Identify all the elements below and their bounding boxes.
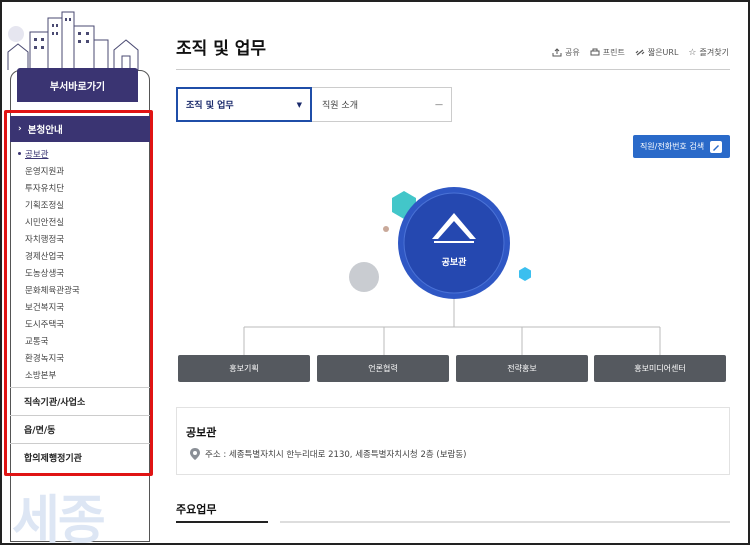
print-label: 프린트 bbox=[602, 48, 625, 57]
sidebar-item[interactable]: 보건복지국 bbox=[10, 298, 150, 315]
decor-dot bbox=[383, 226, 389, 232]
page-title: 조직 및 업무 bbox=[176, 39, 267, 59]
sidebar-submenu: 공보관 운영지원과 투자유치단 기획조정실 시민안전실 자치행정국 경제산업국 … bbox=[10, 145, 150, 383]
dash-icon: — bbox=[435, 100, 443, 109]
org-root-label[interactable]: 공보관 bbox=[424, 255, 484, 268]
sidebar-item[interactable]: 문화체육관광국 bbox=[10, 281, 150, 298]
section-underline bbox=[176, 521, 268, 523]
location-pin-icon bbox=[190, 448, 200, 460]
sidebar-item[interactable]: 환경녹지국 bbox=[10, 349, 150, 366]
sidebar-item[interactable]: 시민안전실 bbox=[10, 213, 150, 230]
skyline-illustration bbox=[7, 11, 139, 70]
sidebar-section-head[interactable]: › 본청안내 bbox=[10, 116, 150, 142]
link-icon bbox=[635, 49, 645, 56]
share-label: 공유 bbox=[565, 48, 580, 57]
sidebar-section-label: 본청안내 bbox=[27, 125, 63, 136]
org-node-press[interactable]: 언론협력 bbox=[317, 355, 449, 382]
staff-phone-search-button[interactable]: 직원/전화번호 검색 bbox=[633, 135, 730, 158]
sidebar-section-affiliated[interactable]: 직속기관/사업소 bbox=[10, 387, 150, 415]
section-title: 주요업무 bbox=[176, 503, 217, 516]
department-info-box bbox=[176, 407, 730, 475]
section-divider bbox=[280, 521, 730, 523]
sidebar-section-eupmyeondong[interactable]: 읍/면/동 bbox=[10, 415, 150, 443]
department-address: 주소 : 세종특별자치시 한누리대로 2130, 세종특별자치시청 2층 (보람… bbox=[190, 448, 466, 460]
sidebar-item[interactable]: 투자유치단 bbox=[10, 179, 150, 196]
chevron-right-icon: › bbox=[18, 124, 22, 134]
subcategory-select-value: 직원 소개 bbox=[322, 101, 358, 111]
sidebar-item[interactable]: 교통국 bbox=[10, 332, 150, 349]
department-info-title: 공보관 bbox=[186, 426, 217, 439]
sejong-watermark: 세종 bbox=[12, 491, 106, 545]
category-select[interactable]: 조직 및 업무 ▼ bbox=[176, 87, 312, 122]
short-url-button[interactable]: 짧은URL bbox=[635, 47, 679, 58]
org-node-promo-planning[interactable]: 홍보기획 bbox=[178, 355, 310, 382]
search-button-label: 직원/전화번호 검색 bbox=[639, 142, 705, 151]
bookmark-label: 즐겨찾기 bbox=[699, 48, 729, 57]
utility-bar: 공유 프린트 짧은URL ☆ 즐겨찾기 bbox=[552, 47, 729, 58]
title-divider bbox=[176, 69, 730, 70]
sidebar-item[interactable]: 경제산업국 bbox=[10, 247, 150, 264]
sidebar-item[interactable]: 기획조정실 bbox=[10, 196, 150, 213]
edit-search-icon bbox=[710, 140, 723, 153]
address-text: 주소 : 세종특별자치시 한누리대로 2130, 세종특별자치시청 2층 (보람… bbox=[205, 450, 467, 460]
chevron-down-icon: ▼ bbox=[296, 100, 302, 109]
sidebar-item[interactable]: 도시주택국 bbox=[10, 315, 150, 332]
share-icon bbox=[552, 48, 562, 57]
sidebar-item[interactable]: 자치행정국 bbox=[10, 230, 150, 247]
sidebar-item[interactable]: 운영지원과 bbox=[10, 162, 150, 179]
sidebar-section-committee[interactable]: 합의제행정기관 bbox=[10, 443, 150, 471]
star-icon: ☆ bbox=[688, 47, 697, 58]
share-button[interactable]: 공유 bbox=[552, 47, 580, 58]
org-node-strategy[interactable]: 전략홍보 bbox=[456, 355, 588, 382]
dept-shortcut-button[interactable]: 부서바로가기 bbox=[17, 68, 138, 102]
sidebar-item[interactable]: 소방본부 bbox=[10, 366, 150, 383]
subcategory-select[interactable]: 직원 소개 — bbox=[312, 87, 452, 122]
print-button[interactable]: 프린트 bbox=[590, 47, 625, 58]
print-icon bbox=[590, 48, 600, 56]
decor-circle-gray bbox=[349, 262, 379, 292]
org-node-media-center[interactable]: 홍보미디어센터 bbox=[594, 355, 726, 382]
decor-hexagon-blue bbox=[519, 267, 531, 281]
sidebar-item-gongbogwan[interactable]: 공보관 bbox=[10, 145, 150, 162]
bookmark-button[interactable]: ☆ 즐겨찾기 bbox=[688, 47, 729, 58]
sidebar-other-sections: 직속기관/사업소 읍/면/동 합의제행정기관 bbox=[10, 387, 150, 471]
org-chart: 공보관 홍보기획 언론협력 전략홍보 홍보미디어센터 bbox=[176, 175, 730, 390]
category-select-value: 조직 및 업무 bbox=[186, 101, 234, 111]
short-url-label: 짧은URL bbox=[647, 48, 679, 57]
sidebar-item[interactable]: 도농상생국 bbox=[10, 264, 150, 281]
